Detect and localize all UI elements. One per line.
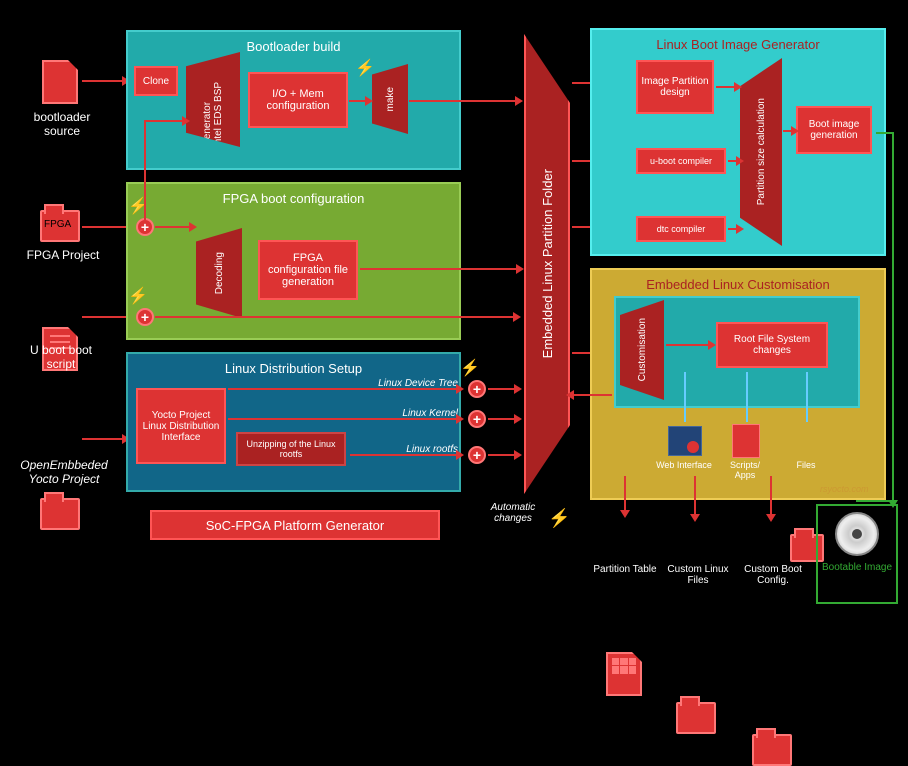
auto-changes-label: Automatic changes	[478, 502, 548, 524]
yocto-caption: OpenEmbbeded Yocto Project	[14, 458, 114, 486]
arrow	[82, 438, 124, 440]
uboot-script-label: U boot boot script	[26, 343, 96, 371]
rootfs-changes-box: Root File System changes	[716, 322, 828, 368]
arrow	[488, 388, 516, 390]
platform-generator-label: SoC-FPGA Platform Generator	[150, 510, 440, 540]
arrow	[155, 226, 191, 228]
io-config-box: I/O + Mem configuration	[248, 72, 348, 128]
arrow	[360, 268, 518, 270]
yocto-folder-icon	[40, 498, 80, 530]
green-arrow	[892, 132, 894, 502]
fpga-title: FPGA boot configuration	[131, 191, 456, 206]
files-label: Files	[786, 460, 826, 470]
arrow-back	[572, 394, 612, 396]
partition-design-box: Image Partition design	[636, 60, 714, 114]
bootable-image-box: Bootable Image	[816, 504, 898, 604]
boot-img-title: Linux Boot Image Generator	[595, 37, 881, 52]
customisation-box: Customisation	[620, 300, 664, 400]
bootloader-title: Bootloader build	[131, 39, 456, 54]
arrow	[624, 476, 626, 512]
dtc-compiler-box: dtc compiler	[636, 216, 726, 242]
vline	[144, 120, 146, 220]
web-interface-icon	[668, 426, 702, 456]
bootgen-box: Boot image generation	[796, 106, 872, 154]
custom-boot-label: Custom Boot Config.	[736, 564, 810, 586]
scripts-apps-label: Scripts/ Apps	[720, 460, 770, 480]
custom-boot-icon	[752, 734, 792, 766]
custom-linux-icon	[676, 702, 716, 734]
decoding-box: Decoding	[196, 228, 242, 318]
yocto-folder-label: yocto	[42, 432, 64, 442]
arrow	[728, 160, 738, 162]
arrow	[728, 228, 738, 230]
blue-arrow	[746, 372, 748, 422]
arrow	[349, 100, 367, 102]
bsp-generator: Intel EDS BSP Generator	[186, 52, 240, 147]
arrow	[228, 388, 458, 390]
plus-node: +	[468, 410, 486, 428]
arrow	[155, 316, 515, 318]
make-box: make	[372, 64, 408, 134]
customisation-title: Embedded Linux Customisation	[595, 277, 881, 292]
bootable-label: Bootable Image	[818, 562, 896, 573]
bootloader-source-icon	[42, 60, 78, 104]
arrow	[783, 130, 793, 132]
yocto-interface-box: Yocto Project Linux Distribution Interfa…	[136, 388, 226, 464]
disc-icon	[835, 512, 879, 556]
partition-folder: Embedded Linux Partition Folder	[524, 34, 570, 494]
arrow	[350, 454, 458, 456]
scripts-apps-icon	[732, 424, 760, 458]
plus-node: +	[136, 308, 154, 326]
arrow	[694, 476, 696, 516]
web-interface-label: Web Interface	[656, 460, 712, 470]
unzip-box: Unzipping of the Linux rootfs	[236, 432, 346, 466]
flash-icon: ⚡	[128, 286, 148, 306]
arrow	[144, 120, 184, 122]
arrow	[770, 476, 772, 516]
arrow	[82, 226, 128, 228]
arrow	[716, 86, 736, 88]
arrow	[82, 80, 124, 82]
linux-title: Linux Distribution Setup	[131, 361, 456, 376]
partition-size-box: Partition size calculation	[740, 58, 782, 246]
green-arrow	[856, 500, 894, 502]
plus-node: +	[468, 380, 486, 398]
arrow	[488, 454, 516, 456]
flash-icon: ⚡	[460, 358, 480, 378]
plus-node: +	[468, 446, 486, 464]
fpga-project-caption: FPGA Project	[18, 248, 108, 262]
blue-arrow	[684, 372, 686, 422]
flash-icon: ⚡	[548, 508, 570, 529]
flash-icon: ⚡	[355, 58, 375, 78]
fpga-folder-label: FPGA	[44, 219, 71, 230]
blue-arrow	[806, 372, 808, 422]
arrow	[488, 418, 516, 420]
arrow	[228, 418, 458, 420]
partition-table-label: Partition Table	[590, 564, 660, 575]
uboot-compiler-box: u-boot compiler	[636, 148, 726, 174]
plus-node: +	[136, 218, 154, 236]
arrow	[409, 100, 517, 102]
brand-label: rsyocto.com	[820, 484, 869, 494]
arrow	[82, 316, 128, 318]
bootloader-source-label: bootloader source	[22, 110, 102, 138]
arrow	[666, 344, 710, 346]
partition-table-icon	[606, 652, 642, 696]
custom-linux-label: Custom Linux Files	[660, 564, 736, 586]
fpga-filegen-box: FPGA configuration file generation	[258, 240, 358, 300]
clone-box: Clone	[134, 66, 178, 96]
